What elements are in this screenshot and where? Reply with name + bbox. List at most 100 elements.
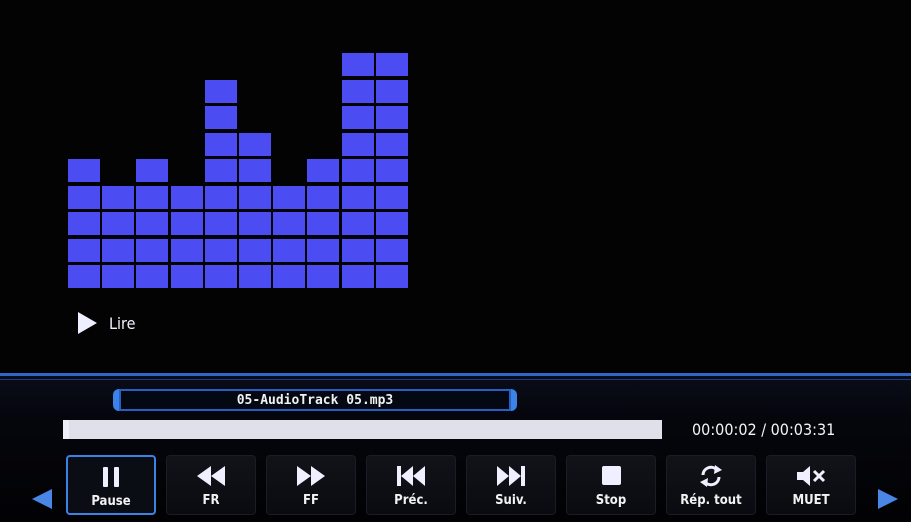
scroll-right-arrow-icon[interactable] — [878, 489, 898, 509]
panel-divider-secondary — [0, 379, 911, 380]
visualizer-segment — [102, 212, 135, 235]
repeat-button-label: Rép. tout — [680, 493, 742, 508]
visualizer-segment — [102, 265, 135, 288]
pause-icon — [101, 466, 121, 488]
visualizer-bar — [204, 76, 237, 288]
playback-state-label: Lire — [109, 313, 136, 333]
visualizer-bar — [375, 50, 408, 288]
visualizer-segment — [273, 212, 306, 235]
visualizer-segment — [341, 106, 374, 129]
media-player-screen: Lire 05-AudioTrack 05.mp3 00:00:02 / 00:… — [0, 0, 911, 522]
visualizer-segment — [204, 106, 237, 129]
visualizer-segment — [239, 212, 271, 235]
visualizer-segment — [204, 132, 237, 156]
visualizer-segment — [204, 238, 237, 262]
visualizer-segment — [170, 238, 203, 262]
prev-button[interactable]: Préc. — [366, 455, 456, 515]
visualizer-bar — [170, 182, 203, 288]
visualizer-segment — [68, 238, 100, 262]
visualizer-segment — [341, 265, 374, 288]
visualizer-segment — [341, 185, 374, 209]
visualizer-segment — [273, 238, 306, 262]
fr-button[interactable]: FR — [166, 455, 256, 515]
visualizer-segment — [375, 185, 408, 209]
ff-button-label: FF — [303, 493, 319, 508]
visualizer-segment — [375, 132, 408, 156]
visualizer-segment — [102, 238, 135, 262]
prev-button-label: Préc. — [394, 493, 428, 508]
visualizer-segment — [204, 265, 237, 288]
visualizer-segment — [375, 212, 408, 235]
visualizer-segment — [68, 212, 100, 235]
stop-button[interactable]: Stop — [566, 455, 656, 515]
visualizer-segment — [375, 238, 408, 262]
visualizer-segment — [273, 265, 306, 288]
visualizer-bar — [307, 156, 340, 288]
fast-forward-icon — [296, 465, 326, 487]
audio-visualizer — [68, 48, 410, 288]
visualizer-segment — [307, 212, 340, 235]
visualizer-segment — [136, 212, 169, 235]
repeat-icon — [698, 465, 724, 487]
stop-button-label: Stop — [595, 493, 627, 508]
visualizer-segment — [341, 159, 374, 182]
visualizer-bar — [136, 156, 169, 288]
mute-icon — [796, 465, 826, 487]
visualizer-bar — [68, 156, 100, 288]
visualizer-segment — [170, 265, 203, 288]
visualizer-segment — [375, 106, 408, 129]
visualizer-segment — [341, 212, 374, 235]
time-readout: 00:00:02 / 00:03:31 — [692, 420, 836, 439]
pause-button-label: Pause — [91, 494, 131, 509]
visualizer-bar — [102, 182, 135, 288]
fr-button-label: FR — [202, 493, 220, 508]
visualizer-segment — [341, 53, 374, 76]
progress-bar[interactable] — [63, 420, 662, 439]
visualizer-segment — [307, 238, 340, 262]
visualizer-segment — [136, 185, 169, 209]
visualizer-bar — [273, 182, 306, 288]
visualizer-segment — [68, 265, 100, 288]
visualizer-segment — [239, 185, 271, 209]
visualizer-segment — [307, 265, 340, 288]
pause-button[interactable]: Pause — [66, 455, 156, 515]
visualizer-segment — [170, 212, 203, 235]
visualizer-segment — [239, 159, 271, 182]
visualizer-segment — [375, 53, 408, 76]
visualizer-segment — [239, 238, 271, 262]
skip-previous-icon — [396, 465, 426, 487]
control-buttons: Pause FR FF Préc. Suiv. Stop Rép. tout MUET — [66, 455, 866, 517]
visualizer-segment — [102, 185, 135, 209]
visualizer-segment — [204, 159, 237, 182]
visualizer-segment — [341, 238, 374, 262]
next-button[interactable]: Suiv. — [466, 455, 556, 515]
visualizer-segment — [204, 185, 237, 209]
scroll-left-arrow-icon[interactable] — [32, 489, 52, 509]
rewind-icon — [196, 465, 226, 487]
visualizer-bar — [239, 129, 271, 288]
play-icon — [78, 312, 97, 334]
progress-fill — [63, 420, 69, 439]
visualizer-segment — [307, 185, 340, 209]
panel-divider — [0, 373, 911, 376]
playback-status: Lire — [78, 312, 135, 334]
mute-button[interactable]: MUET — [766, 455, 856, 515]
visualizer-segment — [341, 132, 374, 156]
visualizer-segment — [375, 159, 408, 182]
track-filename: 05-AudioTrack 05.mp3 — [236, 392, 394, 408]
visualizer-segment — [136, 238, 169, 262]
visualizer-segment — [68, 185, 100, 209]
visualizer-segment — [239, 132, 271, 156]
skip-next-icon — [496, 465, 526, 487]
visualizer-bar — [341, 50, 374, 288]
ff-button[interactable]: FF — [266, 455, 356, 515]
visualizer-segment — [375, 79, 408, 103]
repeat-button[interactable]: Rép. tout — [666, 455, 756, 515]
visualizer-segment — [170, 185, 203, 209]
visualizer-segment — [273, 185, 306, 209]
visualizer-segment — [341, 79, 374, 103]
visualizer-segment — [204, 79, 237, 103]
visualizer-segment — [307, 159, 340, 182]
visualizer-segment — [375, 265, 408, 288]
visualizer-segment — [68, 159, 100, 182]
